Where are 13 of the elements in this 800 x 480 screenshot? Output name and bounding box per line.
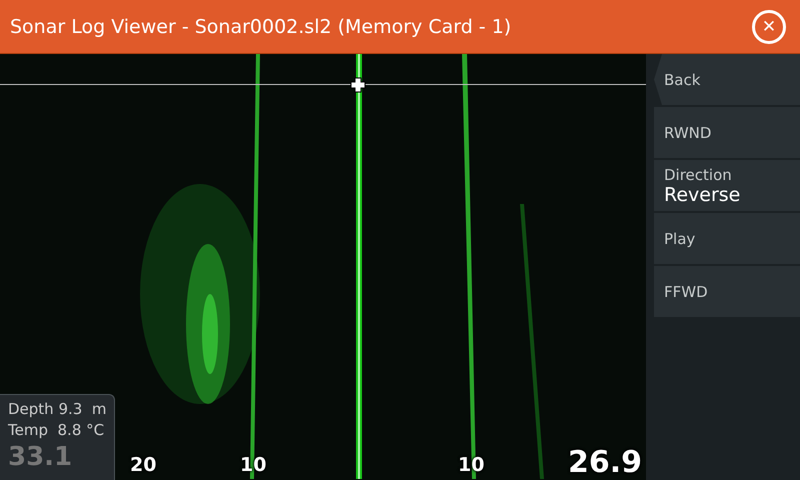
large-value: 33.1 — [8, 444, 72, 470]
menu-button[interactable]: Play — [654, 213, 800, 264]
scale-label: 26.9 — [568, 448, 642, 478]
readout-line: Depth 9.3 m — [8, 400, 106, 419]
menu-button[interactable]: Back — [654, 54, 800, 105]
readout-line: Temp 8.8 °C — [8, 421, 104, 440]
menu-button[interactable]: RWND — [654, 107, 800, 158]
menu-button[interactable]: FFWD — [654, 266, 800, 317]
menu-option[interactable]: Direction Reverse — [654, 160, 800, 211]
close-button[interactable]: ✕ — [752, 10, 786, 44]
scale-label: 20 — [130, 456, 156, 475]
crosshair-icon[interactable] — [350, 78, 366, 92]
window-title: Sonar Log Viewer - Sonar0002.sl2 (Memory Card - 1) — [10, 16, 512, 38]
